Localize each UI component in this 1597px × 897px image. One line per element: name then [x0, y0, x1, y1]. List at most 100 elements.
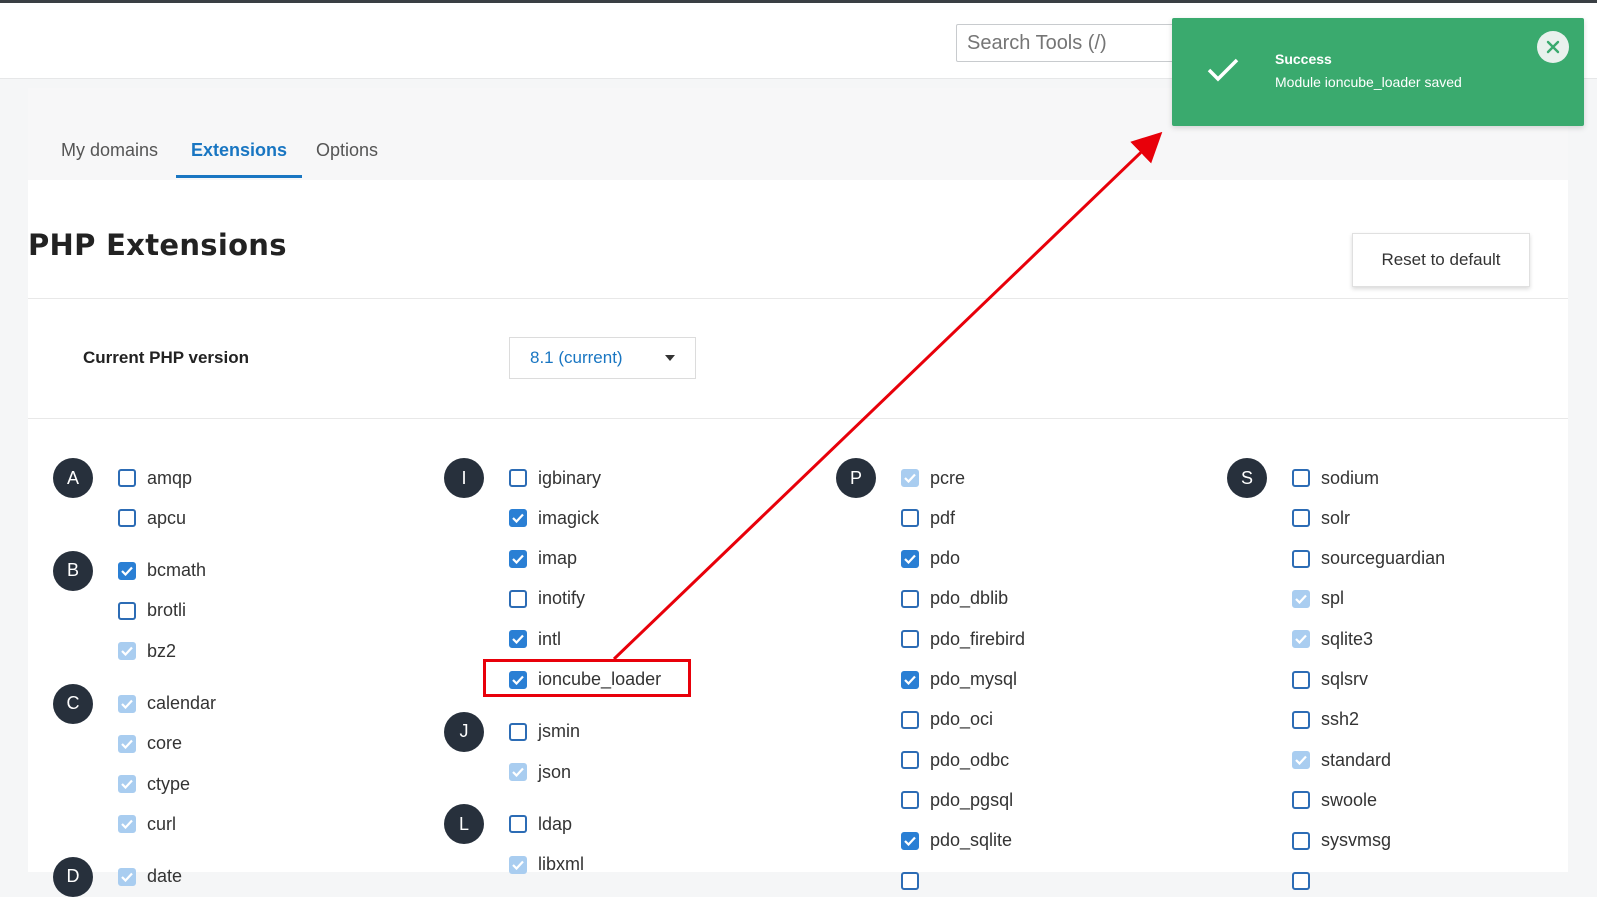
ioncube-loader-highlight-box: [483, 659, 691, 697]
extension-label: pdo_pgsql: [930, 789, 1014, 810]
extension-checkbox[interactable]: [901, 670, 919, 689]
extension-label: intl: [538, 628, 562, 649]
extension-item-inotify[interactable]: inotify: [509, 587, 585, 611]
extension-checkbox[interactable]: [901, 831, 919, 850]
extension-item-brotli[interactable]: brotli: [118, 599, 186, 623]
extension-item-bcmath[interactable]: bcmath: [118, 559, 206, 583]
extension-checkbox[interactable]: [901, 509, 919, 528]
extension-item-sqlsrv[interactable]: sqlsrv: [1292, 668, 1368, 692]
extension-label: pdf: [930, 507, 956, 528]
extension-item-sysvmsg[interactable]: sysvmsg: [1292, 829, 1391, 853]
extension-label: pdo_dblib: [930, 588, 1009, 609]
tab-options[interactable]: Options: [316, 140, 378, 175]
extension-item-pdo_dblib[interactable]: pdo_dblib: [901, 587, 1008, 611]
extension-label: pdo: [930, 548, 961, 569]
extension-item-ctype: ctype: [118, 772, 190, 796]
extension-item-core: core: [118, 732, 182, 756]
extension-checkbox[interactable]: [509, 722, 527, 741]
extension-item-igbinary[interactable]: igbinary: [509, 466, 601, 490]
extension-checkbox[interactable]: [118, 561, 136, 580]
extension-item-apcu[interactable]: apcu: [118, 506, 186, 530]
extension-checkbox[interactable]: [901, 549, 919, 568]
extension-item-imagick[interactable]: imagick: [509, 506, 599, 530]
extension-checkbox: [118, 775, 136, 794]
extension-checkbox[interactable]: [901, 872, 919, 890]
extension-checkbox: [118, 734, 136, 753]
reset-to-default-button[interactable]: Reset to default: [1352, 233, 1530, 287]
extension-label: imagick: [538, 507, 600, 528]
extension-checkbox[interactable]: [509, 549, 527, 568]
extension-checkbox[interactable]: [1292, 469, 1310, 487]
extension-label: sodium: [1321, 467, 1380, 488]
extension-item-pdo_mysql[interactable]: pdo_mysql: [901, 668, 1017, 692]
section-divider: [28, 418, 1568, 419]
extension-label: standard: [1321, 749, 1392, 770]
extension-item-imap[interactable]: imap: [509, 547, 577, 571]
extension-checkbox[interactable]: [1292, 710, 1310, 729]
extension-item-calendar: calendar: [118, 692, 216, 716]
extension-item-pdo_firebird[interactable]: pdo_firebird: [901, 627, 1025, 651]
extension-checkbox[interactable]: [901, 791, 919, 810]
tab-extensions[interactable]: Extensions: [176, 140, 303, 178]
extension-checkbox[interactable]: [509, 509, 527, 528]
extension-checkbox[interactable]: [1292, 791, 1310, 810]
extension-label: spl: [1321, 588, 1345, 609]
toast-title: Success: [1275, 51, 1332, 67]
extension-item-libxml: libxml: [509, 853, 584, 877]
extension-checkbox[interactable]: [509, 589, 527, 608]
extension-item-jsmin[interactable]: jsmin: [509, 720, 580, 744]
extension-checkbox[interactable]: [1292, 549, 1310, 568]
extension-item-ldap[interactable]: ldap: [509, 812, 572, 836]
extension-checkbox[interactable]: [1292, 509, 1310, 528]
extension-item-sourceguardian[interactable]: sourceguardian: [1292, 547, 1445, 571]
extension-label: sysvmsg: [1321, 830, 1392, 851]
extension-item-pdo_pgsql[interactable]: pdo_pgsql: [901, 788, 1013, 812]
php-version-select[interactable]: 8.1 (current): [509, 337, 696, 379]
extension-label: solr: [1321, 507, 1351, 528]
extension-item-swoole[interactable]: swoole: [1292, 788, 1377, 812]
extension-checkbox[interactable]: [1292, 872, 1310, 890]
section-divider: [28, 298, 1568, 299]
extension-checkbox: [118, 642, 136, 661]
extension-checkbox[interactable]: [901, 630, 919, 649]
extension-checkbox[interactable]: [509, 469, 527, 487]
extension-checkbox[interactable]: [509, 630, 527, 649]
extension-item-solr[interactable]: solr: [1292, 506, 1350, 530]
extension-label: core: [147, 733, 183, 754]
extension-item-partial[interactable]: [901, 869, 930, 893]
extension-item-partial[interactable]: [1292, 869, 1321, 893]
extension-item-sodium[interactable]: sodium: [1292, 466, 1379, 490]
extension-item-pdo[interactable]: pdo: [901, 547, 960, 571]
extension-label: json: [538, 761, 572, 782]
tab-my-domains[interactable]: My domains: [61, 140, 158, 175]
extension-item-ssh2[interactable]: ssh2: [1292, 708, 1359, 732]
php-version-label: Current PHP version: [83, 348, 249, 367]
close-toast-button[interactable]: [1537, 31, 1569, 63]
extension-checkbox[interactable]: [118, 469, 136, 487]
extension-checkbox[interactable]: [1292, 831, 1310, 850]
letter-badge-c: C: [53, 683, 93, 724]
extension-checkbox[interactable]: [901, 710, 919, 729]
extension-label: swoole: [1321, 789, 1378, 810]
extension-item-pdo_oci[interactable]: pdo_oci: [901, 708, 993, 732]
extension-checkbox[interactable]: [118, 509, 136, 528]
extension-label: imap: [538, 548, 578, 569]
extension-label: curl: [147, 813, 177, 834]
extension-checkbox[interactable]: [901, 589, 919, 608]
extension-item-pdo_odbc[interactable]: pdo_odbc: [901, 748, 1009, 772]
extension-item-pdf[interactable]: pdf: [901, 506, 955, 530]
extension-item-amqp[interactable]: amqp: [118, 466, 192, 490]
extension-label: apcu: [147, 507, 187, 528]
extension-item-date: date: [118, 865, 182, 889]
extension-checkbox[interactable]: [509, 815, 527, 834]
extension-label: ctype: [147, 773, 191, 794]
extension-checkbox[interactable]: [901, 751, 919, 770]
extension-checkbox[interactable]: [118, 601, 136, 620]
extension-checkbox[interactable]: [1292, 670, 1310, 689]
extension-item-pdo_sqlite[interactable]: pdo_sqlite: [901, 829, 1012, 853]
extension-label: calendar: [147, 693, 217, 713]
extension-item-standard: standard: [1292, 748, 1391, 772]
extension-checkbox: [1292, 630, 1310, 649]
extension-item-curl: curl: [118, 812, 176, 836]
extension-item-intl[interactable]: intl: [509, 627, 561, 651]
